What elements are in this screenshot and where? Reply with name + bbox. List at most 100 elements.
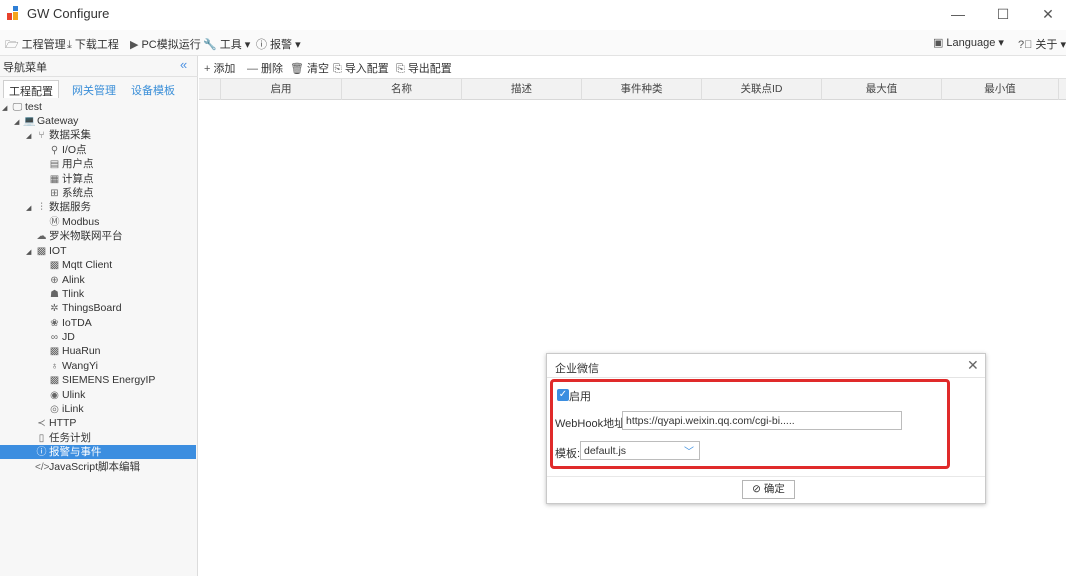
tree-item-jd[interactable]: ∞ JD — [48, 330, 192, 344]
webhook-url-input[interactable] — [622, 411, 902, 430]
monitor-icon: 🖵 — [12, 102, 23, 113]
alert-circle-icon: ⓘ — [256, 39, 267, 51]
laptop-icon: 💻 — [23, 116, 36, 127]
chevron-down-icon: ▾ — [244, 39, 251, 51]
expand-arrow-icon: ◢ — [2, 105, 8, 112]
tree-item-gateway[interactable]: ◢ 💻Gateway — [14, 114, 192, 128]
menu-about[interactable]: ?⃝ 关于 ▾ — [1018, 36, 1066, 52]
menu-project[interactable]: 🗁 工程管理 — [5, 36, 66, 55]
tree-item-task-plan[interactable]: ▯ 任务计划 — [35, 431, 192, 445]
tree-item-io-point[interactable]: ⚲ I/O点 — [48, 143, 192, 157]
tree-item-tlink[interactable]: ☗ Tlink — [48, 287, 192, 301]
minus-icon: — — [247, 63, 258, 75]
play-icon: ▶ — [130, 39, 139, 51]
tree-item-thingsboard[interactable]: ✲ ThingsBoard — [48, 301, 192, 315]
column-header-name[interactable]: 名称 — [342, 79, 462, 100]
gear-icon: ✲ — [50, 303, 59, 314]
tree-item-wangyi[interactable]: ♁ WangYi — [48, 359, 192, 373]
tree-item-alink[interactable]: ⊕ Alink — [48, 273, 192, 287]
template-select[interactable]: default.js ﹀ — [580, 441, 700, 460]
menu-language[interactable]: ▣ Language ▾ — [933, 36, 1004, 49]
language-icon: ▣ — [933, 37, 944, 49]
mqtt-icon: ▩ — [49, 260, 60, 271]
tree-item-http[interactable]: ≺ HTTP — [35, 416, 192, 430]
globe-icon: ⊕ — [50, 275, 59, 286]
import-config-button[interactable]: ⎘ 导入配置 — [333, 60, 389, 76]
clear-button[interactable]: 🗑 清空 — [290, 60, 329, 76]
dialog-title: 企业微信 — [555, 363, 599, 375]
share-icon: ≺ — [37, 418, 46, 429]
nav-header: 导航菜单 « — [0, 56, 198, 77]
siemens-icon: ▩ — [49, 375, 60, 386]
funnel-icon: ⑂ — [38, 130, 45, 141]
tree-item-huarun[interactable]: ▩ HuaRun — [48, 344, 192, 358]
tree-item-system-point[interactable]: ⊞ 系统点 — [48, 186, 192, 200]
column-header-event-type[interactable]: 事件种类 — [582, 79, 702, 100]
tree-item-mqtt-client[interactable]: ▩ Mqtt Client — [48, 258, 192, 272]
menu-pc-sim[interactable]: ▶ PC模拟运行 — [130, 36, 201, 52]
tree-item-alarm-event[interactable]: ⓘ 报警与事件 — [0, 445, 196, 459]
tree-item-iotda[interactable]: ❀ IoTDA — [48, 316, 192, 330]
tree-item-ulink[interactable]: ◉ Ulink — [48, 388, 192, 402]
alert-circle-icon: ⓘ — [36, 447, 47, 458]
tab-project-config[interactable]: 工程配置 — [3, 80, 59, 98]
check-circle-icon: ⊘ — [752, 483, 761, 495]
pin-icon: ⚲ — [50, 145, 59, 156]
ulink-icon: ◉ — [50, 390, 59, 401]
tree-item-ilink[interactable]: ◎ iLink — [48, 402, 192, 416]
maximize-button[interactable]: ☐ — [988, 4, 1018, 24]
column-header-description[interactable]: 描述 — [462, 79, 582, 100]
plus-icon: + — [204, 63, 211, 75]
tree-item-calc-point[interactable]: ▦ 计算点 — [48, 172, 192, 186]
menu-download[interactable]: ⤓ 下载工程 — [67, 36, 119, 52]
tree-item-data-collect[interactable]: ◢ ⑂ 数据采集 — [26, 128, 192, 142]
expand-arrow-icon: ◢ — [26, 205, 32, 212]
column-header-min[interactable]: 最小值 — [942, 79, 1059, 100]
collapse-panel-icon[interactable]: « — [180, 57, 187, 72]
enable-label: 启用 — [569, 391, 591, 403]
delete-button[interactable]: — 删除 — [247, 60, 283, 76]
enable-checkbox[interactable]: ✓ — [557, 389, 569, 401]
dialog-footer-divider — [547, 476, 985, 477]
link-icon: ∞ — [50, 332, 59, 343]
chart-icon: ⫶ — [40, 202, 43, 213]
tree-item-test[interactable]: ◢ 🖵 test — [2, 100, 192, 114]
column-header-point-id[interactable]: 关联点ID — [702, 79, 822, 100]
menu-tools[interactable]: 🔧 工具 ▾ — [203, 36, 250, 52]
tab-device-template[interactable]: 设备模板 — [126, 80, 180, 98]
tab-gateway-manage[interactable]: 网关管理 — [67, 80, 121, 98]
document-icon: ▯ — [38, 433, 45, 444]
help-icon: ?⃝ — [1018, 39, 1033, 51]
navigation-panel: 导航菜单 « 工程配置 网关管理 设备模板 ◢ 🖵 test ◢ 💻Gateway ◢… — [0, 56, 198, 576]
table-header: 启用 名称 描述 事件种类 关联点ID 最大值 最小值 — [199, 78, 1066, 100]
ok-button[interactable]: ⊘ 确定 — [742, 480, 795, 499]
export-config-button[interactable]: ⎘ 导出配置 — [396, 60, 452, 76]
close-icon[interactable]: ✕ — [967, 357, 979, 374]
tree-item-modbus[interactable]: Ⓜ Modbus — [48, 215, 192, 229]
window-title: GW Configure — [27, 6, 110, 21]
tree-item-romi-platform[interactable]: ☁ 罗米物联网平台 — [35, 229, 192, 243]
tree-item-user-point[interactable]: ▤ 用户点 — [48, 157, 192, 171]
tree-item-data-service[interactable]: ◢ ⫶ 数据服务 — [26, 200, 192, 214]
menu-alarm[interactable]: ⓘ 报警 ▾ — [256, 36, 301, 52]
trash-icon: 🗑 — [290, 63, 304, 75]
column-header-enable[interactable]: 启用 — [221, 79, 342, 100]
close-window-button[interactable]: ✕ — [1033, 4, 1063, 24]
template-label: 模板: — [555, 448, 581, 460]
column-header-max[interactable]: 最大值 — [822, 79, 942, 100]
tree-item-iot[interactable]: ◢ ▩ IOT — [26, 244, 192, 258]
title-bar: GW Configure — ☐ ✕ — [0, 0, 1066, 30]
ilink-icon: ◎ — [50, 404, 59, 415]
code-icon: </> — [35, 462, 50, 473]
folder-icon: 🗁 — [5, 39, 19, 51]
expand-arrow-icon: ◢ — [26, 133, 32, 140]
download-icon: ⤓ — [67, 39, 72, 51]
chevron-down-icon: ▾ — [998, 37, 1004, 49]
add-button[interactable]: + 添加 — [204, 60, 235, 76]
wangyi-icon: ♁ — [50, 361, 59, 372]
tree-item-js-editor[interactable]: </>JavaScript脚本编辑 — [35, 460, 192, 474]
wrench-icon: 🔧 — [203, 39, 217, 51]
minimize-button[interactable]: — — [943, 4, 973, 24]
tree-item-siemens[interactable]: ▩ SIEMENS EnergyIP — [48, 373, 192, 387]
calculator-icon: ▦ — [49, 174, 60, 185]
